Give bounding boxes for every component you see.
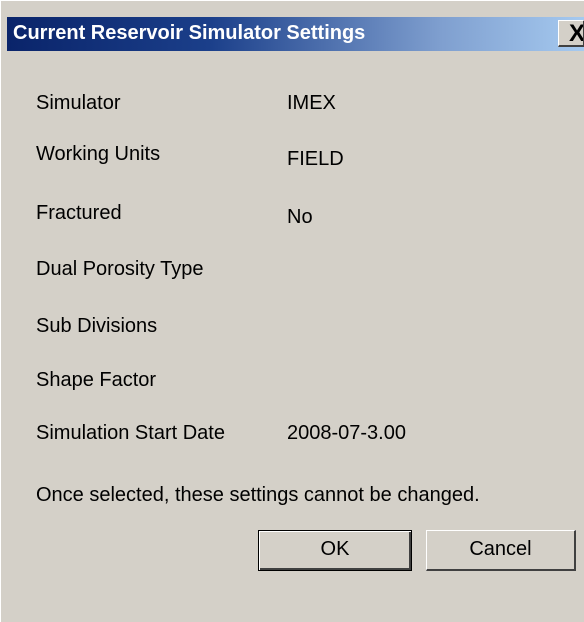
- simulation-start-date-value: 2008-07-3.00: [287, 422, 406, 444]
- close-button[interactable]: X: [558, 20, 584, 47]
- simulation-start-date-label: Simulation Start Date: [36, 422, 225, 444]
- sub-divisions-label: Sub Divisions: [36, 315, 158, 337]
- working-units-value: FIELD: [287, 148, 344, 170]
- simulator-label: Simulator: [36, 92, 121, 114]
- dual-porosity-type-label: Dual Porosity Type: [36, 258, 204, 280]
- dialog-title: Current Reservoir Simulator Settings: [13, 22, 366, 44]
- simulator-value: IMEX: [287, 92, 336, 114]
- cancel-button[interactable]: Cancel: [426, 530, 576, 571]
- settings-dialog: Current Reservoir Simulator Settings X S…: [0, 0, 584, 622]
- settings-locked-note: Once selected, these settings cannot be …: [36, 484, 480, 506]
- fractured-value: No: [287, 206, 313, 228]
- working-units-label: Working Units: [36, 143, 161, 165]
- title-bar[interactable]: Current Reservoir Simulator Settings X: [7, 17, 584, 51]
- fractured-label: Fractured: [36, 202, 122, 224]
- shape-factor-label: Shape Factor: [36, 369, 157, 391]
- close-icon: X: [569, 20, 584, 47]
- ok-button[interactable]: OK: [258, 530, 412, 571]
